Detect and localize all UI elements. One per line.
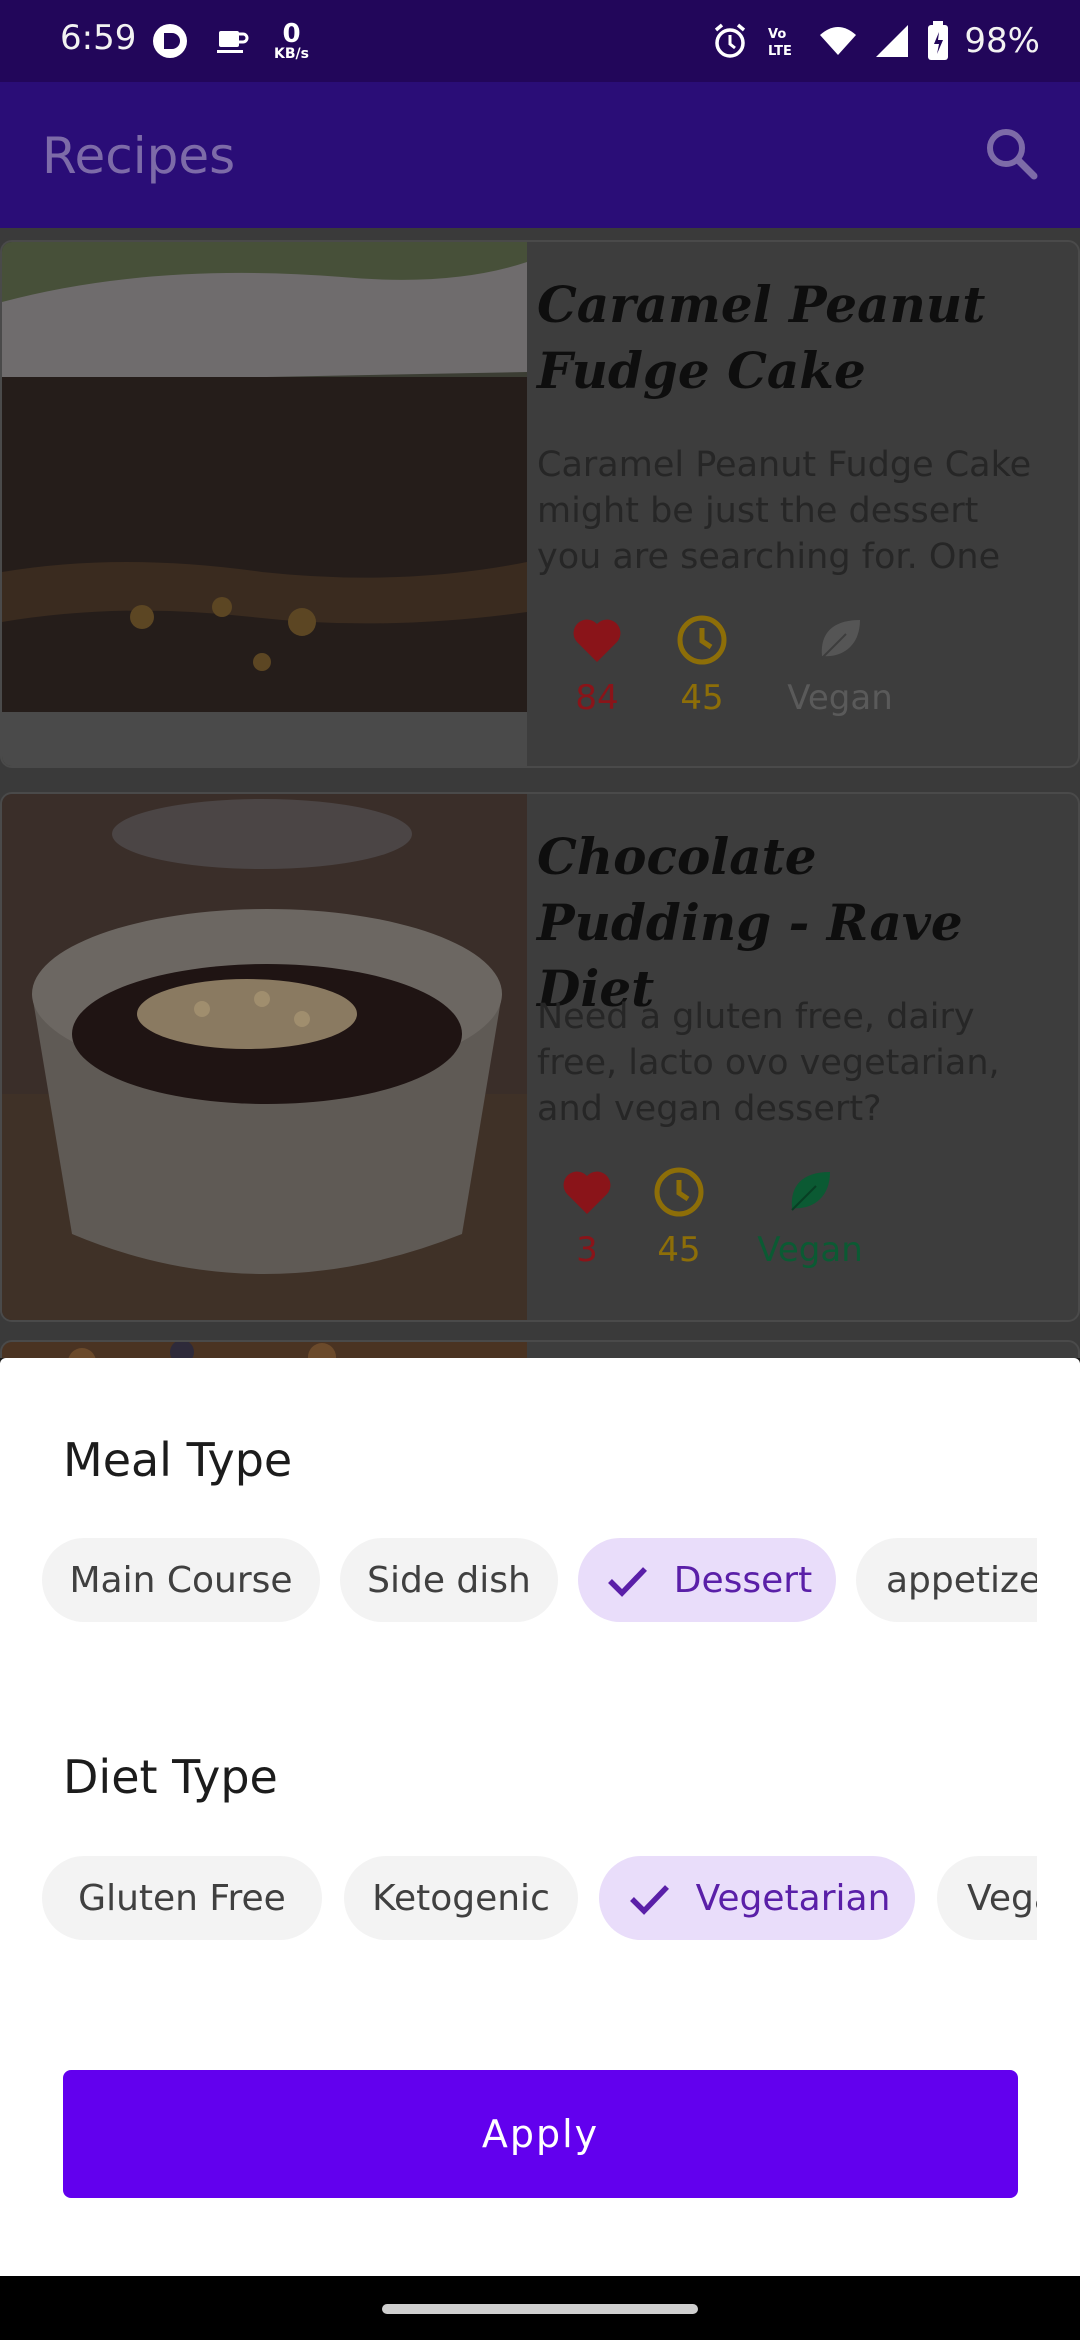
navigation-bar [0,2276,1080,2340]
alarm-icon [715,23,746,58]
recipe-title: Caramel Peanut Fudge Cake [537,275,986,400]
home-indicator[interactable] [382,2304,698,2314]
leaf-icon [821,620,860,659]
likes-count: 3 [576,1230,598,1270]
apply-button[interactable]: Apply [63,2070,1018,2198]
clock-icon [677,615,727,665]
chip-ketogenic[interactable]: Ketogenic [344,1856,578,1940]
recipe-title: Chocolate Pudding - Rave Diet [537,827,963,1018]
battery-icon [928,21,949,60]
likes-count: 84 [575,678,619,718]
chip-label: Vegan [967,1877,1037,1919]
chip-appetizer[interactable]: appetizer [856,1538,1037,1622]
recipe-image [2,794,527,1320]
chip-label: Dessert [673,1559,813,1601]
leaf-icon [791,1172,830,1211]
svg-text:LTE: LTE [768,44,792,59]
chip-label: Ketogenic [372,1877,550,1919]
recipe-image [2,1342,527,1358]
vegan-label: Vegan [787,678,893,718]
vegan-stat: Vegan [770,612,910,718]
notification-app-icon [153,24,187,58]
vegan-label: Vegan [757,1230,863,1270]
check-icon [607,1567,647,1597]
app-bar: Recipes [0,82,1080,228]
chip-gluten-free[interactable]: Gluten Free [42,1856,322,1940]
meal-type-chips: Main Course Side dish Dessert appetizer [42,1538,1037,1624]
network-speed: 0 KB/s [274,19,309,62]
wifi-icon [820,27,857,55]
chip-label: appetizer [886,1559,1037,1601]
chip-vegetarian[interactable]: Vegetarian [599,1856,915,1940]
recipe-card[interactable]: Chocolate Pudding - Rave Diet Need a glu… [0,792,1080,1322]
clock-icon [654,1167,704,1217]
volte-icon: Vo LTE [768,27,792,59]
coffee-icon [217,31,249,53]
recipe-stats: 3 45 Vegan [537,1164,1057,1284]
battery-percent: 98% [964,21,1040,61]
time-stat: 45 [642,612,762,718]
page-title: Recipes [42,127,236,185]
recipe-description: Caramel Peanut Fudge Cake might be just … [537,445,1032,577]
minutes-count: 45 [680,678,724,718]
search-icon [987,129,1038,180]
search-button[interactable] [982,124,1042,184]
recipe-card[interactable]: Caramel Peanut Fudge Cake Caramel Peanut… [0,240,1080,768]
chip-label: Vegetarian [695,1877,891,1919]
chip-side-dish[interactable]: Side dish [340,1538,558,1622]
check-icon [629,1885,669,1915]
status-bar: 6:59 0 KB/s Vo LTE 98% [0,0,1080,82]
diet-type-chips: Gluten Free Ketogenic Vegetarian Vegan [42,1856,1037,1942]
recipe-image [2,242,527,766]
heart-icon [573,619,621,662]
minutes-count: 45 [657,1230,701,1270]
vegan-stat: Vegan [740,1164,880,1270]
meal-type-title: Meal Type [63,1433,293,1487]
chip-vegan[interactable]: Vegan [937,1856,1037,1940]
chip-label: Main Course [69,1559,293,1601]
time-stat: 45 [619,1164,739,1270]
svg-text:Vo: Vo [768,27,786,42]
heart-icon [563,1171,611,1214]
recipe-stats: 84 45 Vegan [537,612,1057,732]
signal-icon [876,25,909,57]
recipe-card[interactable] [0,1340,1080,1358]
diet-type-title: Diet Type [63,1750,278,1804]
chip-dessert[interactable]: Dessert [578,1538,836,1622]
recipe-list: Caramel Peanut Fudge Cake Caramel Peanut… [0,228,1080,1358]
likes-stat: 84 [537,612,657,718]
chip-label: Side dish [367,1559,531,1601]
status-time: 6:59 [60,18,137,58]
recipe-description: Need a gluten free, dairy free, lacto ov… [537,997,1000,1129]
chip-main-course[interactable]: Main Course [42,1538,320,1622]
chip-label: Gluten Free [78,1877,286,1919]
filter-bottom-sheet: Meal Type Main Course Side dish Dessert … [0,1358,1080,2276]
